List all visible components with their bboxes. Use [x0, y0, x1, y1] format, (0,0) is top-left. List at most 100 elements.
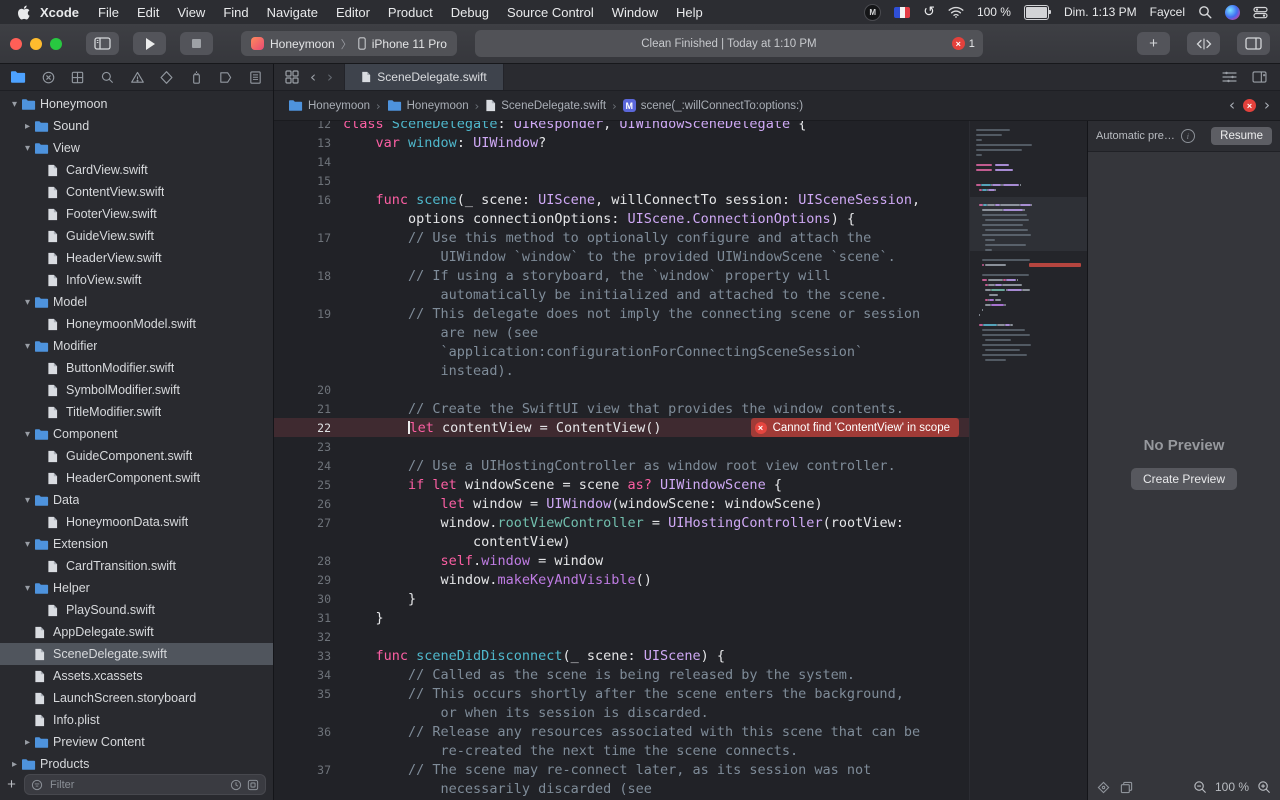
code-line[interactable]: options connectionOptions: UIScene.Conne… [274, 209, 969, 228]
code-line[interactable]: 35 // This occurs shortly after the scen… [274, 684, 969, 703]
info-icon[interactable]: i [1181, 129, 1195, 143]
code-line[interactable]: are new (see [274, 323, 969, 342]
menu-source-control[interactable]: Source Control [498, 5, 603, 20]
breadcrumb-item[interactable]: Mscene(_:willConnectTo:options:) [623, 99, 803, 112]
navigator-item-model[interactable]: ▾Model [0, 291, 273, 313]
breakpoint-navigator-icon[interactable] [218, 70, 233, 85]
time-machine-icon[interactable]: ↺ [923, 5, 935, 19]
menu-help[interactable]: Help [667, 5, 712, 20]
disclosure-triangle-icon[interactable]: ▸ [21, 121, 34, 132]
navigator-item-guidecomponent-swift[interactable]: GuideComponent.swift [0, 445, 273, 467]
menubar-clock[interactable]: Dim. 1:13 PM [1064, 5, 1137, 19]
stop-button[interactable] [180, 32, 213, 55]
inline-error-annotation[interactable]: ×Cannot find 'ContentView' in scope [751, 418, 959, 437]
code-line[interactable]: 14 [274, 152, 969, 171]
zoom-level[interactable]: 100 % [1215, 780, 1249, 794]
navigator-item-honeymoondata-swift[interactable]: HoneymoonData.swift [0, 511, 273, 533]
code-line[interactable]: 26 let window = UIWindow(windowScene: wi… [274, 494, 969, 513]
code-line[interactable]: UIWindow `window` to the provided UIWind… [274, 247, 969, 266]
code-line[interactable]: 36 // Release any resources associated w… [274, 722, 969, 741]
navigator-item-symbolmodifier-swift[interactable]: SymbolModifier.swift [0, 379, 273, 401]
disclosure-triangle-icon[interactable]: ▸ [8, 759, 21, 770]
disclosure-triangle-icon[interactable]: ▾ [21, 341, 34, 352]
code-line[interactable]: 21 // Create the SwiftUI view that provi… [274, 399, 969, 418]
previous-issue-button[interactable]: ‹ [1229, 98, 1235, 113]
navigator-item-guideview-swift[interactable]: GuideView.swift [0, 225, 273, 247]
breadcrumb-item[interactable]: SceneDelegate.swift [485, 99, 606, 112]
library-add-button[interactable]: + [1137, 32, 1170, 55]
test-navigator-icon[interactable] [159, 70, 174, 85]
disclosure-triangle-icon[interactable]: ▾ [21, 583, 34, 594]
canvas-layers-icon[interactable] [1120, 781, 1133, 794]
scheme-selector[interactable]: Honeymoon 〉 iPhone 11 Pro [241, 31, 457, 56]
menu-debug[interactable]: Debug [442, 5, 498, 20]
project-navigator-icon[interactable] [10, 70, 26, 84]
apple-menu-icon[interactable] [10, 5, 36, 20]
filter-input[interactable] [48, 778, 225, 792]
editor-mode-button[interactable] [1187, 32, 1220, 55]
disclosure-triangle-icon[interactable]: ▾ [21, 429, 34, 440]
code-line[interactable]: or when its session is discarded. [274, 703, 969, 722]
disclosure-triangle-icon[interactable]: ▾ [21, 297, 34, 308]
navigator-item-preview-content[interactable]: ▸Preview Content [0, 731, 273, 753]
menu-file[interactable]: File [89, 5, 128, 20]
navigator-item-honeymoonmodel-swift[interactable]: HoneymoonModel.swift [0, 313, 273, 335]
code-line[interactable]: 28 self.window = window [274, 551, 969, 570]
navigator-item-view[interactable]: ▾View [0, 137, 273, 159]
disclosure-triangle-icon[interactable]: ▾ [8, 99, 21, 110]
issue-badge[interactable]: × 1 [952, 37, 975, 50]
navigator-item-helper[interactable]: ▾Helper [0, 577, 273, 599]
menu-view[interactable]: View [168, 5, 214, 20]
breadcrumb-item[interactable]: Honeymoon [288, 99, 370, 112]
navigator-item-modifier[interactable]: ▾Modifier [0, 335, 273, 357]
report-navigator-icon[interactable] [248, 70, 263, 85]
menu-navigate[interactable]: Navigate [258, 5, 327, 20]
menu-window[interactable]: Window [603, 5, 667, 20]
go-forward-button[interactable]: › [327, 70, 333, 85]
code-line[interactable]: necessarily discarded (see [274, 779, 969, 798]
menu-product[interactable]: Product [379, 5, 442, 20]
wifi-icon[interactable] [948, 6, 964, 18]
navigator-item-sound[interactable]: ▸Sound [0, 115, 273, 137]
code-line[interactable]: instead). [274, 361, 969, 380]
user-menu[interactable]: Faycel [1150, 5, 1185, 19]
status-app-icon[interactable]: M [864, 4, 881, 21]
siri-icon[interactable] [1225, 5, 1240, 20]
navigator-item-contentview-swift[interactable]: ContentView.swift [0, 181, 273, 203]
zoom-window-button[interactable] [50, 38, 62, 50]
code-line[interactable]: `application:configurationForConnectingS… [274, 342, 969, 361]
code-area[interactable]: 12class SceneDelegate: UIResponder, UIWi… [274, 121, 969, 800]
disclosure-triangle-icon[interactable]: ▾ [21, 539, 34, 550]
code-line[interactable]: 17 // Use this method to optionally conf… [274, 228, 969, 247]
navigator-item-infoview-swift[interactable]: InfoView.swift [0, 269, 273, 291]
app-menu-title[interactable]: Xcode [36, 5, 89, 20]
code-line[interactable]: 27 window.rootViewController = UIHosting… [274, 513, 969, 532]
activity-viewer[interactable]: Clean Finished | Today at 1:10 PM × 1 [475, 30, 983, 57]
navigator-item-data[interactable]: ▾Data [0, 489, 273, 511]
code-line[interactable]: 33 func sceneDidDisconnect(_ scene: UISc… [274, 646, 969, 665]
breadcrumb-item[interactable]: Honeymoon [387, 99, 469, 112]
code-line[interactable]: 32 [274, 627, 969, 646]
zoom-out-icon[interactable] [1193, 780, 1207, 794]
recent-files-icon[interactable] [230, 779, 242, 791]
navigator-item-products[interactable]: ▸Products [0, 753, 273, 772]
navigator-item-cardtransition-swift[interactable]: CardTransition.swift [0, 555, 273, 577]
code-line[interactable]: re-created the next time the scene conne… [274, 741, 969, 760]
code-line[interactable]: 25 if let windowScene = scene as? UIWind… [274, 475, 969, 494]
code-line[interactable]: 18 // If using a storyboard, the `window… [274, 266, 969, 285]
disclosure-triangle-icon[interactable]: ▾ [21, 495, 34, 506]
symbol-navigator-icon[interactable] [70, 70, 85, 85]
code-line[interactable]: 30 } [274, 589, 969, 608]
spotlight-icon[interactable] [1198, 5, 1212, 19]
navigator-item-headerview-swift[interactable]: HeaderView.swift [0, 247, 273, 269]
code-line[interactable]: 24 // Use a UIHostingController as windo… [274, 456, 969, 475]
toggle-left-sidebar-button[interactable] [86, 32, 119, 55]
code-line[interactable]: 16 func scene(_ scene: UIScene, willConn… [274, 190, 969, 209]
menu-edit[interactable]: Edit [128, 5, 168, 20]
battery-icon[interactable] [1024, 5, 1051, 20]
navigator-item-launchscreen-storyboard[interactable]: LaunchScreen.storyboard [0, 687, 273, 709]
source-control-status-icon[interactable] [247, 779, 259, 791]
close-window-button[interactable] [10, 38, 22, 50]
navigator-item-appdelegate-swift[interactable]: AppDelegate.swift [0, 621, 273, 643]
minimize-window-button[interactable] [30, 38, 42, 50]
